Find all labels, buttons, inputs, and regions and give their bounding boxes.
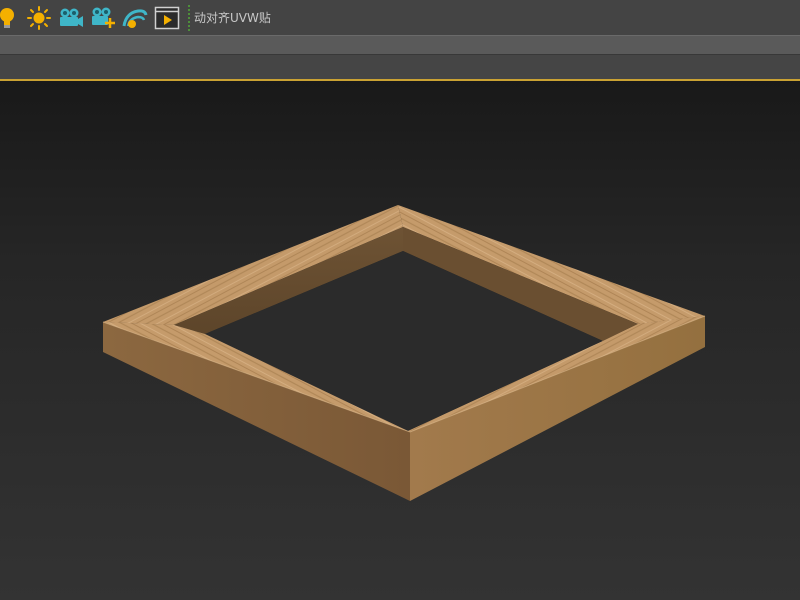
- curve-icon: [122, 8, 148, 28]
- perspective-viewport[interactable]: [0, 79, 800, 600]
- camera-add-icon: [92, 7, 115, 28]
- play-render-icon: [154, 6, 180, 29]
- sun-icon: [27, 5, 51, 30]
- camera-button[interactable]: [56, 3, 86, 33]
- light-bulb-icon: [0, 7, 14, 28]
- toolbar-separator: [188, 4, 190, 31]
- app-window: 动对齐UVW贴: [0, 0, 800, 600]
- light-bulb-button[interactable]: [0, 3, 22, 33]
- render-window-button[interactable]: [152, 3, 182, 33]
- wooden-frame-model[interactable]: [0, 81, 800, 600]
- camera-icon: [60, 8, 83, 27]
- sun-light-button[interactable]: [24, 3, 54, 33]
- auto-align-uvw-label[interactable]: 动对齐UVW贴: [194, 9, 271, 26]
- toolbar: 动对齐UVW贴: [0, 0, 800, 35]
- ribbon-strip: [0, 35, 800, 54]
- environment-button[interactable]: [120, 3, 150, 33]
- camera-add-button[interactable]: [88, 3, 118, 33]
- command-strip: [0, 54, 800, 79]
